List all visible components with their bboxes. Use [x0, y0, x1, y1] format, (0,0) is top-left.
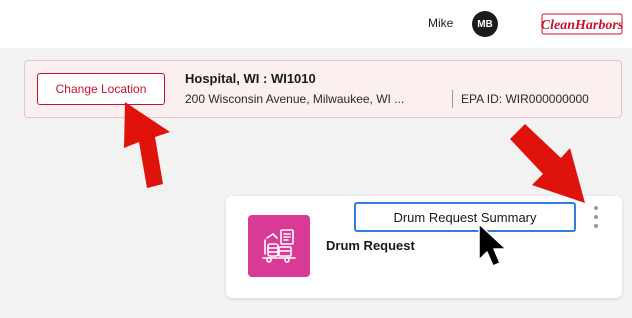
location-name: Hospital, WI : WI1010 [185, 71, 316, 86]
app-header: Mike MB CleanHarbors [0, 0, 632, 48]
avatar[interactable]: MB [472, 11, 498, 37]
divider [452, 90, 453, 108]
kebab-menu-icon[interactable] [590, 204, 602, 230]
drum-request-icon [248, 215, 310, 277]
card-title: Drum Request [326, 238, 415, 253]
epa-id: EPA ID: WIR000000000 [461, 92, 589, 106]
change-location-button[interactable]: Change Location [37, 73, 165, 105]
drum-request-summary-button[interactable]: Drum Request Summary [354, 202, 576, 232]
logo-text: CleanHarbors [541, 18, 624, 33]
clean-harbors-logo[interactable]: CleanHarbors [540, 8, 624, 38]
user-name: Mike [428, 16, 454, 30]
location-bar: Change Location Hospital, WI : WI1010 20… [24, 60, 622, 118]
drum-request-card[interactable]: Drum Request Drum Request Summary [226, 196, 622, 298]
location-address: 200 Wisconsin Avenue, Milwaukee, WI ... [185, 92, 405, 106]
